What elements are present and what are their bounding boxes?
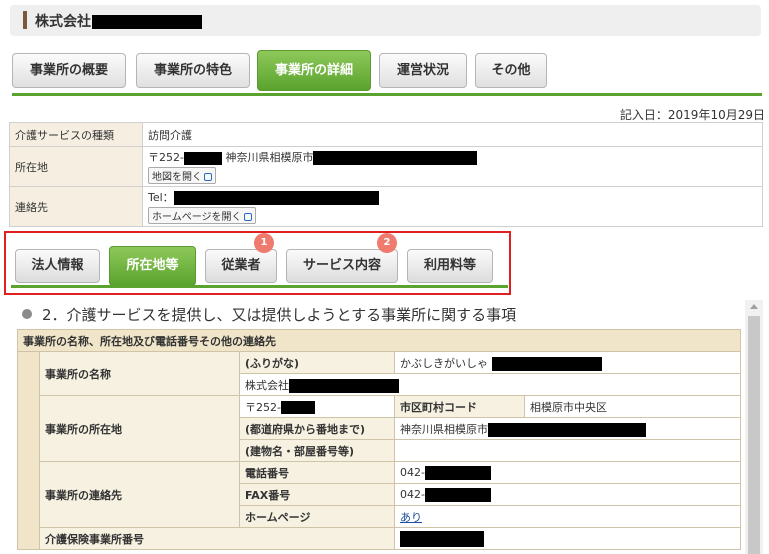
- subtab-staff[interactable]: 従業者: [205, 249, 277, 283]
- homepage-value: あり: [394, 505, 741, 528]
- homepage-label: ホームページ: [239, 505, 395, 528]
- redaction: [424, 465, 491, 480]
- phone-value: 042-: [394, 461, 741, 484]
- address-cell: 〒252- 神奈川県相模原市 地図を開く: [142, 146, 763, 187]
- tel-label: Tel：: [148, 191, 174, 204]
- redaction: [313, 151, 478, 165]
- insurance-number-label: 介護保険事業所番号: [39, 527, 395, 550]
- subtab-fees[interactable]: 利用料等: [407, 249, 493, 283]
- fax-label: FAX番号: [239, 483, 395, 506]
- insurance-number-value: [394, 527, 741, 550]
- company-header: 株式会社: [10, 5, 761, 36]
- tab-operation-status[interactable]: 運営状況: [379, 53, 467, 88]
- indent-cell: [17, 351, 40, 550]
- detail-table: 事業所の名称、所在地及び電話番号その他の連絡先 事業所の名称 (ふりがな) かぶ…: [17, 329, 741, 550]
- subtab-location[interactable]: 所在地等: [109, 246, 196, 286]
- address-label: 所在地: [9, 146, 143, 187]
- postal-value: 〒252-: [239, 395, 395, 418]
- building-value: [394, 439, 741, 462]
- building-label: (建物名・部屋番号等): [239, 439, 395, 462]
- external-link-icon: [243, 213, 252, 221]
- phone-label: 電話番号: [239, 461, 395, 484]
- detail-table-header: 事業所の名称、所在地及び電話番号その他の連絡先: [17, 329, 741, 352]
- open-map-button[interactable]: 地図を開く: [148, 167, 216, 184]
- contact-cell: Tel： ホームページを開く: [142, 186, 763, 227]
- office-info-table: 介護サービスの種類 訪問介護 所在地 〒252- 神奈川県相模原市 地図を開く …: [9, 122, 763, 227]
- tab-overview[interactable]: 事業所の概要: [12, 53, 126, 88]
- redaction: [280, 401, 315, 414]
- service-type-value: 訪問介護: [142, 122, 763, 147]
- tab-other[interactable]: その他: [475, 53, 547, 88]
- notification-badge: 1: [254, 233, 274, 253]
- notification-badge: 2: [377, 233, 397, 253]
- office-name-label: 事業所の名称: [39, 351, 240, 396]
- city-code-value: 相模原市中央区: [524, 395, 741, 418]
- scrollbar-thumb[interactable]: [748, 316, 760, 554]
- company-name: 株式会社: [35, 11, 202, 31]
- vertical-scrollbar[interactable]: [745, 300, 763, 554]
- city-code-label: 市区町村コード: [393, 395, 526, 418]
- redaction: [173, 191, 379, 205]
- redaction: [492, 356, 602, 371]
- subtab-underline: [11, 285, 508, 288]
- section-title: 2．介護サービスを提供し、又は提供しようとする事業所に関する事項: [22, 304, 516, 325]
- external-link-icon: [204, 173, 212, 181]
- prefecture-value: 神奈川県相模原市: [394, 417, 741, 440]
- tab-details[interactable]: 事業所の詳細: [257, 50, 371, 91]
- redaction: [488, 422, 646, 437]
- open-homepage-button[interactable]: ホームページを開く: [148, 207, 256, 224]
- detail-table-container: 事業所の名称、所在地及び電話番号その他の連絡先 事業所の名称 (ふりがな) かぶ…: [17, 329, 741, 554]
- office-location-label: 事業所の所在地: [39, 395, 240, 462]
- redaction: [400, 530, 484, 547]
- office-contact-label: 事業所の連絡先: [39, 461, 240, 528]
- address-text: 神奈川県相模原市: [225, 151, 314, 164]
- subtab-service-content[interactable]: サービス内容: [286, 249, 398, 283]
- redaction: [92, 15, 202, 29]
- subtab-corporation-info[interactable]: 法人情報: [15, 249, 100, 283]
- scroll-up-arrow-icon[interactable]: [750, 304, 758, 309]
- homepage-link[interactable]: あり: [400, 511, 422, 524]
- contact-label: 連絡先: [9, 186, 143, 227]
- bullet-icon: [22, 309, 32, 319]
- redaction: [424, 487, 491, 502]
- service-type-label: 介護サービスの種類: [9, 122, 143, 147]
- fax-value: 042-: [394, 483, 741, 506]
- record-date: 記入日：2019年10月29日: [619, 108, 765, 122]
- redaction: [183, 151, 222, 165]
- postal-code: 〒252-: [148, 151, 184, 164]
- furigana-label: (ふりがな): [239, 351, 395, 374]
- prefecture-label: (都道府県から番地まで): [239, 417, 395, 440]
- office-name-value: 株式会社: [239, 373, 741, 396]
- redaction: [289, 378, 399, 393]
- furigana-value: かぶしきがいしゃ: [394, 351, 741, 374]
- header-accent-bar: [23, 11, 27, 29]
- tab-features[interactable]: 事業所の特色: [136, 53, 250, 88]
- tab-underline: [12, 93, 762, 96]
